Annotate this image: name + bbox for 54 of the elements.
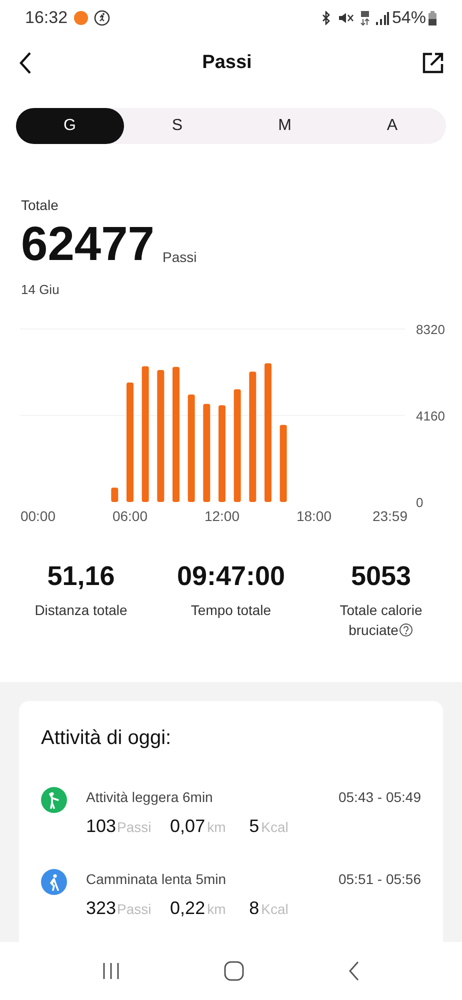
steps-unit: Passi — [162, 248, 197, 267]
back-icon[interactable] — [18, 51, 32, 75]
stat-label: Distanza totale — [34, 601, 128, 620]
share-icon[interactable] — [422, 52, 444, 74]
total-steps: 62477 — [21, 220, 154, 270]
activity-kcal: 5 — [249, 815, 260, 838]
activity-distance-unit: km — [207, 818, 227, 837]
page-title: Passi — [202, 50, 252, 75]
activity-distance: 0,22 — [170, 897, 206, 920]
stat-value: 09:47:00 — [176, 560, 286, 592]
x-tick-label: 12:00 — [204, 508, 240, 524]
activities-title: Attività di oggi: — [41, 726, 172, 751]
y-tick-label: 8320 — [416, 322, 445, 336]
home-icon[interactable] — [224, 961, 244, 981]
stat-label: Tempo totale — [190, 601, 272, 620]
running-icon — [94, 10, 110, 26]
status-time: 16:32 — [25, 7, 68, 30]
bluetooth-icon — [320, 11, 332, 25]
stat-label: Totale calorie bruciate — [338, 601, 424, 640]
activity-distance-unit: km — [207, 900, 227, 919]
battery-percent: 54% — [392, 7, 426, 30]
help-icon[interactable] — [399, 623, 414, 637]
activity-steps-unit: Passi — [117, 900, 152, 919]
x-tick-label: 23:59 — [372, 508, 408, 524]
recent-apps-icon[interactable] — [102, 962, 120, 980]
y-tick-label: 4160 — [416, 408, 445, 423]
back-nav-icon[interactable] — [348, 961, 360, 981]
period-tab[interactable]: A — [338, 108, 446, 144]
signal-icon — [374, 11, 389, 25]
stat-value: 5053 — [350, 560, 412, 592]
activity-steps: 103 — [86, 813, 116, 840]
mute-icon — [338, 11, 354, 25]
activity-time: 05:43 - 05:49 — [338, 788, 421, 807]
activity-distance: 0,07 — [170, 815, 206, 838]
activity-steps-unit: Passi — [117, 818, 152, 837]
period-tab[interactable]: S — [124, 108, 231, 144]
activity-kcal: 8 — [249, 897, 260, 920]
battery-icon — [428, 10, 437, 26]
x-tick-label: 06:00 — [112, 508, 148, 524]
x-tick-label: 18:00 — [296, 508, 332, 524]
period-tab[interactable]: G — [16, 108, 124, 144]
activity-time: 05:51 - 05:56 — [338, 870, 421, 889]
summary-label: Totale — [21, 196, 60, 215]
activity-kcal-unit: Kcal — [261, 900, 288, 919]
period-tab[interactable]: M — [231, 108, 338, 144]
x-tick-label: 00:00 — [20, 508, 56, 524]
activity-steps: 323 — [86, 895, 116, 922]
activity-name: Attività leggera 6min — [86, 788, 213, 807]
activity-name: Camminata lenta 5min — [86, 870, 226, 889]
summary-date: 14 Giu — [21, 281, 60, 299]
activity-kcal-unit: Kcal — [261, 818, 288, 837]
stat-value: 51,16 — [47, 560, 115, 592]
y-tick-label: 0 — [416, 494, 424, 510]
network-5g-icon — [360, 10, 370, 26]
